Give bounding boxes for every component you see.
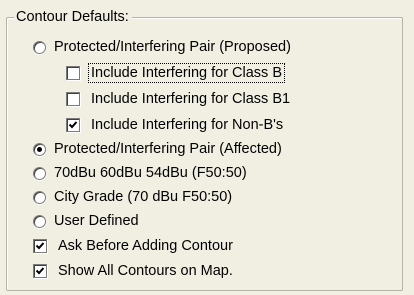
checkbox-box[interactable] (33, 239, 47, 253)
checkbox-include-interfering-non-bs[interactable]: Include Interfering for Non-B's (66, 114, 285, 136)
checkbox-include-interfering-class-b1[interactable]: Include Interfering for Class B1 (66, 88, 292, 110)
checkbox-label: Include Interfering for Class B (87, 63, 286, 83)
radio-label: 70dBu 60dBu 54dBu (F50:50) (54, 165, 247, 181)
radio-circle[interactable] (33, 40, 46, 54)
check-mark-icon (68, 121, 78, 129)
checkbox-box[interactable] (66, 118, 80, 132)
contour-defaults-title: Contour Defaults: (14, 8, 132, 26)
radio-user-defined[interactable]: User Defined (33, 210, 141, 232)
radio-circle[interactable] (33, 166, 46, 180)
checkbox-box[interactable] (66, 92, 80, 106)
checkbox-label: Include Interfering for Non-B's (91, 117, 284, 133)
radio-circle[interactable] (33, 142, 46, 156)
checkbox-label: Include Interfering for Class B1 (91, 91, 291, 107)
checkbox-label: Show All Contours on Map. (58, 263, 233, 279)
radio-protected-interfering-proposed[interactable]: Protected/Interfering Pair (Proposed) (33, 36, 293, 58)
check-mark-icon (35, 267, 45, 275)
checkbox-show-all-contours[interactable]: Show All Contours on Map. (33, 260, 235, 282)
radio-label: Protected/Interfering Pair (Proposed) (54, 39, 291, 55)
checkbox-ask-before-adding-contour[interactable]: Ask Before Adding Contour (33, 235, 235, 257)
radio-circle[interactable] (33, 214, 46, 228)
radio-70dbu-60dbu-54dbu[interactable]: 70dBu 60dBu 54dBu (F50:50) (33, 162, 249, 184)
check-mark-icon (35, 242, 45, 250)
checkbox-label: Ask Before Adding Contour (58, 238, 233, 254)
checkbox-box[interactable] (33, 264, 47, 278)
radio-label: User Defined (54, 213, 139, 229)
radio-circle[interactable] (33, 190, 46, 204)
radio-label: Protected/Interfering Pair (Affected) (54, 141, 282, 157)
radio-protected-interfering-affected[interactable]: Protected/Interfering Pair (Affected) (33, 138, 284, 160)
radio-dot-icon (37, 146, 42, 152)
checkbox-include-interfering-class-b[interactable]: Include Interfering for Class B (66, 62, 286, 84)
checkbox-box[interactable] (66, 66, 80, 80)
radio-city-grade[interactable]: City Grade (70 dBu F50:50) (33, 186, 234, 208)
radio-label: City Grade (70 dBu F50:50) (54, 189, 233, 205)
